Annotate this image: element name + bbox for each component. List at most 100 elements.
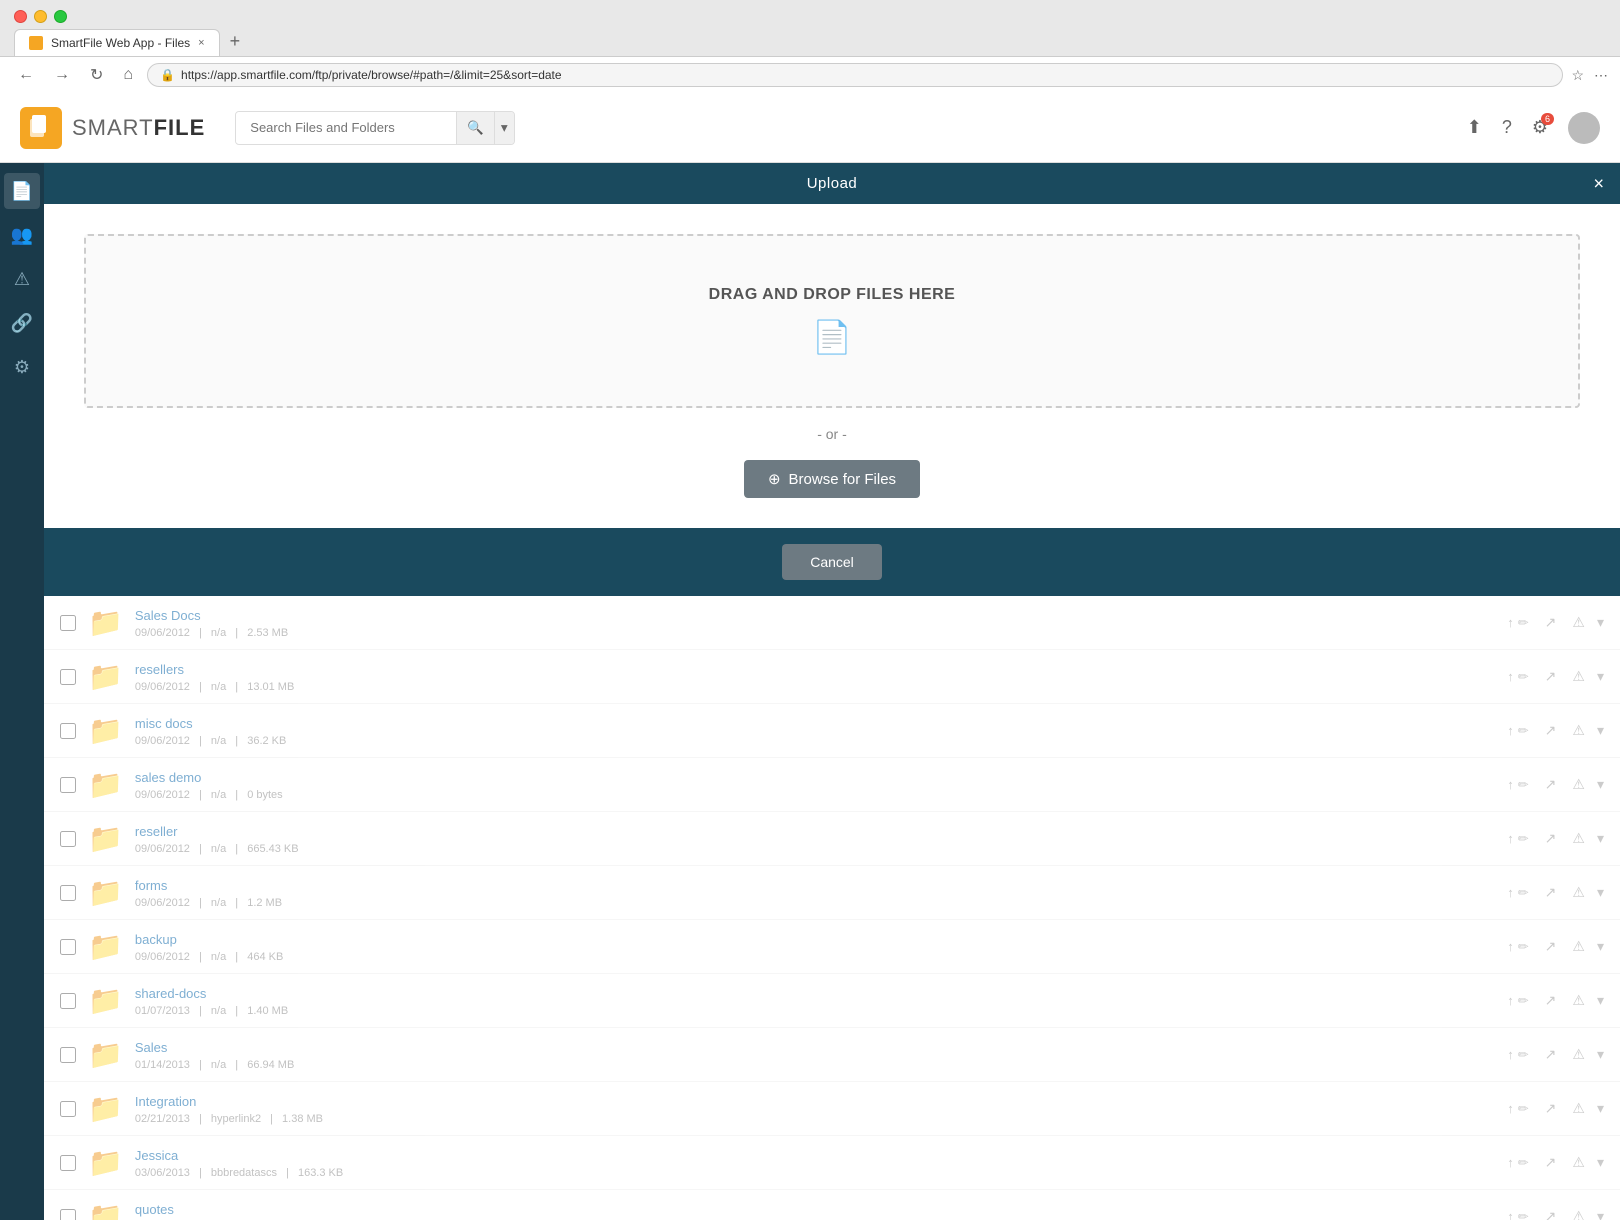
edit-icon[interactable]: ✏	[1518, 1047, 1529, 1063]
extensions-icon[interactable]: ⋯	[1594, 67, 1608, 84]
file-checkbox[interactable]	[60, 777, 76, 793]
row-move-button[interactable]: ↗	[1541, 666, 1561, 687]
browse-for-files-button[interactable]: ⊕ Browse for Files	[744, 460, 920, 498]
row-alert-button[interactable]: ⚠	[1568, 1098, 1589, 1119]
file-checkbox[interactable]	[60, 993, 76, 1009]
row-alert-button[interactable]: ⚠	[1568, 1152, 1589, 1173]
user-avatar[interactable]	[1568, 112, 1600, 144]
sidebar-item-alerts[interactable]: ⚠	[4, 261, 40, 297]
reload-button[interactable]: ↻	[84, 63, 109, 87]
file-name-link[interactable]: backup	[135, 932, 177, 947]
file-name-link[interactable]: forms	[135, 878, 168, 893]
export-icon[interactable]: ⬆	[1467, 117, 1482, 138]
home-button[interactable]: ⌂	[117, 64, 139, 86]
file-checkbox[interactable]	[60, 1101, 76, 1117]
row-move-button[interactable]: ↗	[1541, 612, 1561, 633]
row-alert-button[interactable]: ⚠	[1568, 720, 1589, 741]
file-checkbox[interactable]	[60, 723, 76, 739]
row-alert-button[interactable]: ⚠	[1568, 612, 1589, 633]
bookmark-icon[interactable]: ☆	[1571, 67, 1584, 84]
edit-icon[interactable]: ✏	[1518, 1209, 1529, 1220]
share-icon[interactable]: ↑	[1507, 669, 1514, 684]
cancel-button[interactable]: Cancel	[782, 544, 882, 580]
help-icon[interactable]: ?	[1502, 117, 1512, 138]
file-name-link[interactable]: Integration	[135, 1094, 196, 1109]
file-checkbox[interactable]	[60, 1047, 76, 1063]
row-dropdown-button[interactable]: ▾	[1597, 1046, 1604, 1063]
share-icon[interactable]: ↑	[1507, 1047, 1514, 1062]
forward-button[interactable]: →	[48, 64, 76, 86]
row-alert-button[interactable]: ⚠	[1568, 666, 1589, 687]
edit-icon[interactable]: ✏	[1518, 669, 1529, 685]
sidebar-item-files[interactable]: 📄	[4, 173, 40, 209]
maximize-window-button[interactable]	[54, 10, 67, 23]
row-dropdown-button[interactable]: ▾	[1597, 992, 1604, 1009]
sidebar-item-users[interactable]: 👥	[4, 217, 40, 253]
share-icon[interactable]: ↑	[1507, 777, 1514, 792]
close-window-button[interactable]	[14, 10, 27, 23]
tab-close-button[interactable]: ×	[198, 37, 204, 49]
url-bar[interactable]: 🔒 https://app.smartfile.com/ftp/private/…	[147, 63, 1563, 87]
share-icon[interactable]: ↑	[1507, 939, 1514, 954]
row-dropdown-button[interactable]: ▾	[1597, 614, 1604, 631]
row-dropdown-button[interactable]: ▾	[1597, 830, 1604, 847]
share-icon[interactable]: ↑	[1507, 1209, 1514, 1220]
row-alert-button[interactable]: ⚠	[1568, 1206, 1589, 1220]
modal-close-button[interactable]: ×	[1593, 173, 1604, 194]
back-button[interactable]: ←	[12, 64, 40, 86]
row-dropdown-button[interactable]: ▾	[1597, 938, 1604, 955]
row-dropdown-button[interactable]: ▾	[1597, 776, 1604, 793]
row-move-button[interactable]: ↗	[1541, 882, 1561, 903]
share-icon[interactable]: ↑	[1507, 723, 1514, 738]
row-dropdown-button[interactable]: ▾	[1597, 722, 1604, 739]
share-icon[interactable]: ↑	[1507, 1155, 1514, 1170]
search-input[interactable]	[236, 112, 456, 143]
sidebar-item-settings[interactable]: ⚙	[4, 349, 40, 385]
file-checkbox[interactable]	[60, 885, 76, 901]
row-dropdown-button[interactable]: ▾	[1597, 884, 1604, 901]
file-checkbox[interactable]	[60, 1155, 76, 1171]
edit-icon[interactable]: ✏	[1518, 723, 1529, 739]
edit-icon[interactable]: ✏	[1518, 1155, 1529, 1171]
row-move-button[interactable]: ↗	[1541, 828, 1561, 849]
row-move-button[interactable]: ↗	[1541, 774, 1561, 795]
new-tab-button[interactable]: +	[224, 31, 247, 56]
file-name-link[interactable]: reseller	[135, 824, 178, 839]
file-checkbox[interactable]	[60, 831, 76, 847]
file-checkbox[interactable]	[60, 939, 76, 955]
row-alert-button[interactable]: ⚠	[1568, 936, 1589, 957]
sidebar-item-links[interactable]: 🔗	[4, 305, 40, 341]
active-tab[interactable]: SmartFile Web App - Files ×	[14, 29, 220, 56]
row-dropdown-button[interactable]: ▾	[1597, 1208, 1604, 1220]
row-move-button[interactable]: ↗	[1541, 1098, 1561, 1119]
row-alert-button[interactable]: ⚠	[1568, 774, 1589, 795]
file-checkbox[interactable]	[60, 669, 76, 685]
file-name-link[interactable]: shared-docs	[135, 986, 207, 1001]
file-checkbox[interactable]	[60, 615, 76, 631]
row-alert-button[interactable]: ⚠	[1568, 882, 1589, 903]
row-alert-button[interactable]: ⚠	[1568, 1044, 1589, 1065]
share-icon[interactable]: ↑	[1507, 885, 1514, 900]
edit-icon[interactable]: ✏	[1518, 939, 1529, 955]
row-move-button[interactable]: ↗	[1541, 990, 1561, 1011]
file-name-link[interactable]: sales demo	[135, 770, 201, 785]
edit-icon[interactable]: ✏	[1518, 831, 1529, 847]
search-button[interactable]: 🔍	[456, 112, 494, 144]
row-move-button[interactable]: ↗	[1541, 936, 1561, 957]
row-alert-button[interactable]: ⚠	[1568, 828, 1589, 849]
file-name-link[interactable]: Jessica	[135, 1148, 178, 1163]
drop-zone[interactable]: DRAG AND DROP FILES HERE 📄	[84, 234, 1580, 408]
row-move-button[interactable]: ↗	[1541, 1206, 1561, 1220]
minimize-window-button[interactable]	[34, 10, 47, 23]
file-name-link[interactable]: misc docs	[135, 716, 193, 731]
row-move-button[interactable]: ↗	[1541, 720, 1561, 741]
file-name-link[interactable]: resellers	[135, 662, 184, 677]
share-icon[interactable]: ↑	[1507, 1101, 1514, 1116]
row-dropdown-button[interactable]: ▾	[1597, 1154, 1604, 1171]
file-name-link[interactable]: quotes	[135, 1202, 174, 1217]
row-alert-button[interactable]: ⚠	[1568, 990, 1589, 1011]
row-dropdown-button[interactable]: ▾	[1597, 668, 1604, 685]
edit-icon[interactable]: ✏	[1518, 777, 1529, 793]
file-checkbox[interactable]	[60, 1209, 76, 1220]
file-name-link[interactable]: Sales Docs	[135, 608, 201, 623]
